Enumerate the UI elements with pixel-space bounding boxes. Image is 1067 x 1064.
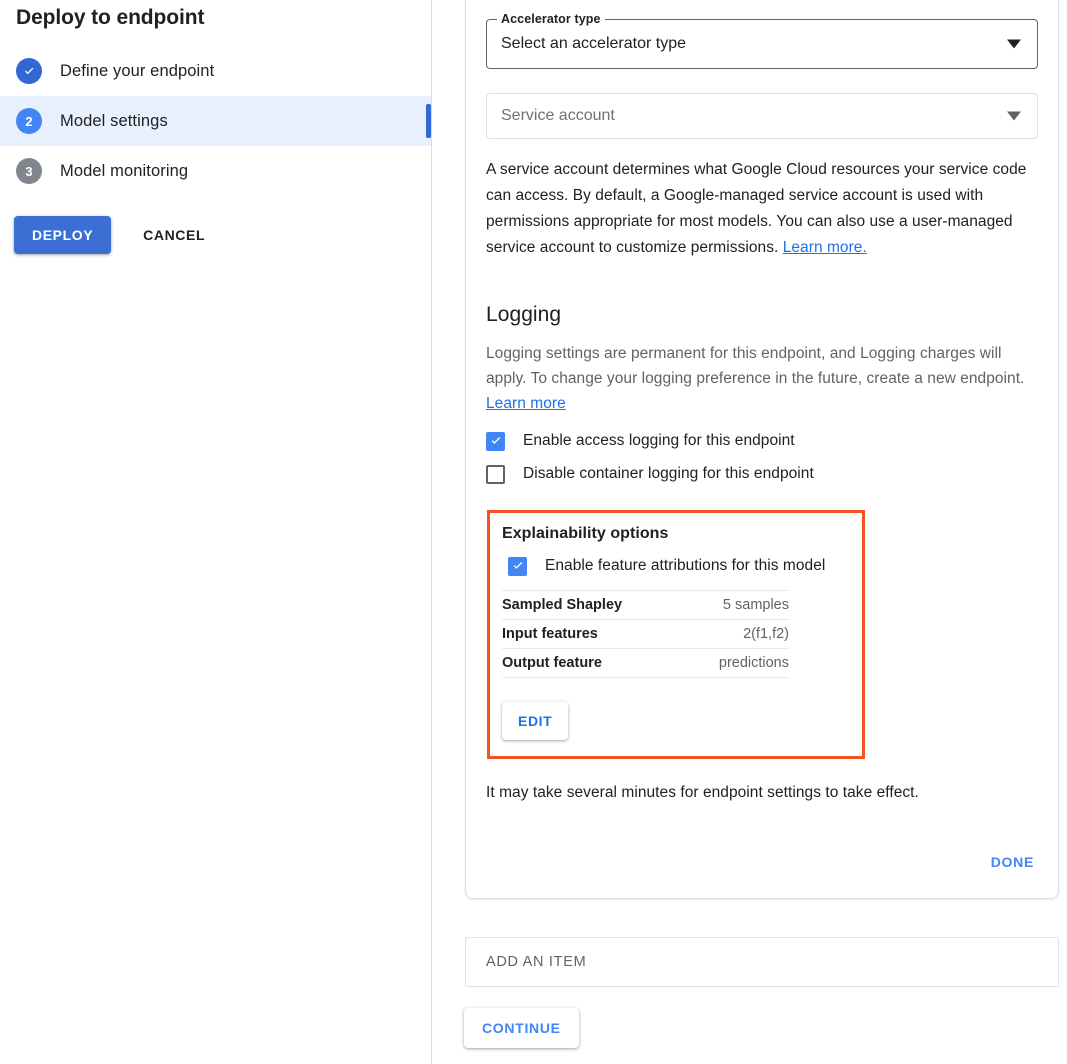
- done-row: DONE: [486, 846, 1038, 878]
- table-cell-key: Output feature: [502, 648, 684, 678]
- sidebar-item-label: Define your endpoint: [60, 61, 215, 80]
- add-an-item-button[interactable]: ADD AN ITEM: [465, 937, 1059, 987]
- step-badge-complete-icon: [16, 58, 42, 84]
- add-an-item-label: ADD AN ITEM: [486, 954, 587, 970]
- sidebar-item-model-settings[interactable]: 2 Model settings: [0, 96, 431, 146]
- wizard-actions: DEPLOY CANCEL: [14, 216, 213, 254]
- table-cell-key: Sampled Shapley: [502, 589, 684, 620]
- enable-feature-attributions-label: Enable feature attributions for this mod…: [545, 557, 826, 574]
- explainability-options-box: Explainability options Enable feature at…: [487, 509, 865, 759]
- active-step-indicator: [426, 104, 431, 138]
- checkbox-unchecked-icon[interactable]: [486, 464, 505, 484]
- settings-effect-note: It may take several minutes for endpoint…: [486, 783, 919, 801]
- step-badge-number: 2: [16, 108, 42, 134]
- sidebar-item-label: Model settings: [60, 111, 168, 130]
- settings-card: Accelerator type Select an accelerator t…: [465, 0, 1059, 899]
- explainability-title: Explainability options: [502, 524, 669, 542]
- table-row: Input features 2(f1,f2): [502, 619, 789, 649]
- explainability-summary-table: Sampled Shapley 5 samples Input features…: [502, 589, 789, 678]
- logging-description-text: Logging settings are permanent for this …: [486, 345, 1025, 387]
- logging-heading: Logging: [486, 303, 562, 326]
- sidebar-item-model-monitoring[interactable]: 3 Model monitoring: [0, 146, 431, 196]
- service-account-select[interactable]: Service account: [486, 93, 1038, 139]
- table-row: Sampled Shapley 5 samples: [502, 589, 789, 620]
- wizard-panel: Deploy to endpoint Define your endpoint …: [0, 0, 432, 1064]
- continue-button[interactable]: CONTINUE: [464, 1008, 579, 1048]
- table-row: Output feature predictions: [502, 648, 789, 678]
- disable-container-logging-row[interactable]: Disable container logging for this endpo…: [486, 464, 1038, 484]
- page-title: Deploy to endpoint: [16, 6, 205, 29]
- edit-explainability-button[interactable]: EDIT: [502, 701, 569, 740]
- logging-learn-more-link[interactable]: Learn more: [486, 395, 566, 412]
- sidebar-item-define-your-endpoint[interactable]: Define your endpoint: [0, 46, 431, 96]
- wizard-steps: Define your endpoint 2 Model settings 3 …: [0, 46, 431, 196]
- accelerator-type-select[interactable]: Accelerator type Select an accelerator t…: [486, 12, 1038, 69]
- table-cell-key: Input features: [502, 619, 684, 649]
- table-cell-value: predictions: [683, 648, 789, 678]
- checkbox-checked-icon[interactable]: [508, 556, 527, 576]
- service-account-learn-more-link[interactable]: Learn more.: [783, 239, 867, 256]
- table-cell-value: 2(f1,f2): [683, 619, 789, 649]
- enable-access-logging-row[interactable]: Enable access logging for this endpoint: [486, 431, 1038, 451]
- disable-container-logging-label: Disable container logging for this endpo…: [523, 465, 814, 482]
- service-account-help: A service account determines what Google…: [486, 157, 1038, 261]
- done-button[interactable]: DONE: [987, 846, 1038, 878]
- enable-access-logging-label: Enable access logging for this endpoint: [523, 432, 795, 449]
- deploy-button[interactable]: DEPLOY: [14, 216, 112, 254]
- accelerator-type-value: Select an accelerator type: [501, 35, 686, 52]
- cancel-button[interactable]: CANCEL: [135, 216, 213, 254]
- logging-description: Logging settings are permanent for this …: [486, 341, 1038, 416]
- table-cell-value: 5 samples: [683, 589, 789, 620]
- service-account-help-text: A service account determines what Google…: [486, 161, 1027, 256]
- chevron-down-icon: [1007, 111, 1021, 121]
- enable-feature-attributions-row[interactable]: Enable feature attributions for this mod…: [508, 556, 850, 576]
- accelerator-type-label: Accelerator type: [497, 12, 605, 26]
- chevron-down-icon: [1007, 39, 1021, 49]
- checkbox-checked-icon[interactable]: [486, 431, 505, 451]
- deploy-endpoint-page: Deploy to endpoint Define your endpoint …: [0, 0, 1067, 1064]
- sidebar-item-label: Model monitoring: [60, 161, 189, 180]
- step-badge-number: 3: [16, 158, 42, 184]
- service-account-placeholder: Service account: [501, 107, 615, 124]
- model-settings-content: Accelerator type Select an accelerator t…: [432, 0, 1067, 1064]
